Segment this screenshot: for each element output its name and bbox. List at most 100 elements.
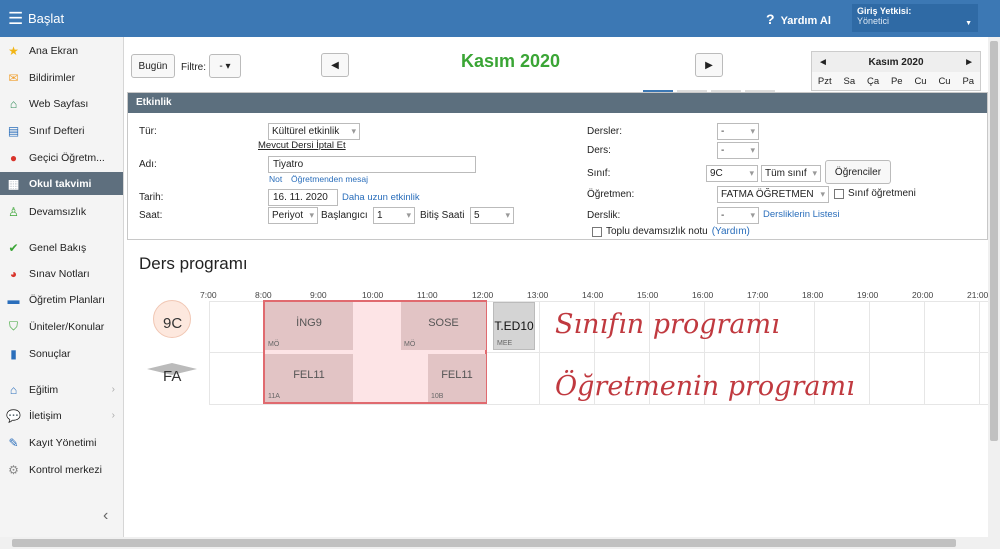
lesson-select[interactable]: - (717, 142, 759, 159)
lesson-teacher: MÖ (404, 341, 416, 348)
class-scope-select[interactable]: Tüm sınıf (761, 165, 821, 182)
lesson-block[interactable]: T.ED10 MEE (493, 302, 535, 350)
lesson-block[interactable]: FEL11 10B (428, 354, 486, 402)
grid-line (209, 404, 988, 405)
sidebar: ★ Ana Ekran ✉ Bildirimler ⌂ Web Sayfası ▤ Sı… (0, 37, 124, 537)
sidebar-item-label: Sınıf Defteri (29, 124, 85, 137)
next-icon[interactable]: ► (964, 57, 974, 68)
top-bar: ☰ Başlat ? Yardım Al Giriş Yetkisi: Yönet… (0, 0, 1000, 37)
sidebar-item-label: Üniteler/Konular (29, 320, 105, 333)
horizontal-scrollbar[interactable] (0, 537, 1000, 549)
row-label-teacher[interactable]: FA (163, 368, 181, 385)
class-select[interactable]: 9C (706, 165, 758, 182)
sidebar-item-iletisim[interactable]: 💬 İletişim › (0, 404, 123, 427)
scrollbar-thumb[interactable] (990, 41, 998, 441)
sidebar-item-devamsizlik[interactable]: ♙ Devamsızlık (0, 200, 123, 223)
class-teacher-checkbox[interactable]: Sınıf öğretmeni (834, 188, 916, 199)
longer-event-link[interactable]: Daha uzun etkinlik (342, 192, 420, 203)
sidebar-item-ogretim-planlari[interactable]: ▬ Öğretim Planları (0, 288, 123, 311)
triangle-right-icon: ▶ (705, 59, 713, 71)
scrollbar-thumb[interactable] (12, 539, 956, 547)
sidebar-item-kayit-yonetimi[interactable]: ✎ Kayıt Yönetimi (0, 431, 123, 454)
checkbox-box (834, 188, 844, 199)
hour-label: 14:00 (582, 290, 604, 300)
sidebar-item-label: Bildirimler (29, 71, 76, 84)
sidebar-item-sinif-defteri[interactable]: ▤ Sınıf Defteri (0, 119, 123, 142)
students-button[interactable]: Öğrenciler (825, 160, 891, 184)
vertical-scrollbar[interactable] (988, 37, 1000, 537)
collapse-sidebar-icon[interactable]: ‹ (103, 507, 108, 525)
cancel-lesson-link[interactable]: Mevcut Dersi İptal Et (258, 140, 346, 151)
teacher-label: Öğretmen: (587, 189, 635, 200)
hour-label: 21:00 (967, 290, 989, 300)
sidebar-item-uniteler-konular[interactable]: ⛉ Üniteler/Konular (0, 315, 123, 338)
note-link[interactable]: Not (269, 174, 282, 184)
date-label: Tarih: (139, 192, 164, 203)
today-button[interactable]: Bugün (131, 54, 175, 78)
lesson-label: Ders: (587, 145, 611, 156)
sidebar-item-kontrol-merkezi[interactable]: ⚙ Kontrol merkezi (0, 458, 123, 481)
pencil-icon: ✎ (8, 435, 19, 450)
lesson-class: 11A (268, 393, 280, 400)
room-label: Derslik: (587, 210, 621, 221)
prev-month-button[interactable]: ◀ (321, 53, 349, 77)
help-button[interactable]: ? Yardım Al (766, 11, 831, 27)
person-icon: ● (9, 150, 18, 165)
sidebar-item-genel-bakis[interactable]: ✔ Genel Bakış (0, 236, 123, 259)
sidebar-item-label: İletişim (29, 409, 62, 422)
lesson-block[interactable]: İNG9 MÖ (265, 302, 353, 350)
rooms-list-link[interactable]: Dersliklerin Listesi (763, 209, 840, 220)
name-label: Adı: (139, 159, 157, 170)
weekday: Pa (962, 76, 975, 87)
room-select[interactable]: - (717, 207, 759, 224)
name-input[interactable]: Tiyatro (268, 156, 476, 173)
time-mode-select[interactable]: Periyot (268, 207, 318, 224)
sidebar-item-sonuclar[interactable]: ▮ Sonuçlar (0, 342, 123, 365)
sidebar-item-sinav-notlari[interactable]: ◕ Sınav Notları (0, 262, 123, 285)
bulk-absence-label: Toplu devamsızlık notu (606, 226, 708, 237)
role-selector[interactable]: Giriş Yetkisi: Yönetici ▼ (852, 4, 978, 32)
next-month-button[interactable]: ▶ (695, 53, 723, 77)
end-select[interactable]: 5 (470, 207, 514, 224)
sidebar-item-okul-takvimi[interactable]: ▦ Okul takvimi (0, 172, 123, 195)
weekday: Ça (866, 76, 880, 87)
filter-dropdown[interactable]: - ▾ (209, 54, 241, 78)
sidebar-item-egitim[interactable]: ⌂ Eğitim › (0, 378, 123, 401)
lesson-block[interactable]: FEL11 11A (265, 354, 353, 402)
brand-title[interactable]: Başlat (28, 11, 64, 26)
hour-label: 9:00 (310, 290, 327, 300)
teacher-message-link[interactable]: Öğretmenden mesaj (291, 174, 368, 184)
chat-icon: 💬 (6, 408, 21, 423)
sidebar-item-label: Geçici Öğretm... (29, 151, 105, 164)
sidebar-item-bildirimler[interactable]: ✉ Bildirimler (0, 66, 123, 89)
lessons-select[interactable]: - (717, 123, 759, 140)
mini-calendar: ◄ Kasım 2020 ► Pzt Sa Ça Pe Cu Cu Pa (811, 51, 981, 91)
lessons-label: Dersler: (587, 126, 623, 137)
chevron-down-icon: ▼ (965, 20, 972, 27)
sidebar-item-label: Öğretim Planları (29, 293, 105, 306)
teacher-select[interactable]: FATMA ÖĞRETMEN (717, 186, 829, 203)
gauge-icon: ◕ (9, 266, 18, 281)
lesson-name: FEL11 (441, 369, 473, 381)
sidebar-item-label: Sınav Notları (29, 267, 90, 280)
help-link[interactable]: (Yardım) (712, 226, 750, 237)
lesson-block[interactable]: SOSE MÖ (401, 302, 486, 350)
row-label-class[interactable]: 9C (163, 315, 182, 332)
sidebar-item-ana-ekran[interactable]: ★ Ana Ekran (0, 39, 123, 62)
start-select[interactable]: 1 (373, 207, 415, 224)
hamburger-menu-icon[interactable]: ☰ (8, 10, 23, 27)
sidebar-item-gecici-ogretmen[interactable]: ● Geçici Öğretm... (0, 146, 123, 169)
chevron-right-icon: › (111, 384, 115, 395)
sidebar-item-web-sayfasi[interactable]: ⌂ Web Sayfası (0, 92, 123, 115)
weekday: Pzt (817, 76, 832, 87)
lesson-name: FEL11 (293, 369, 325, 381)
month-title: Kasım 2020 (461, 51, 561, 71)
type-select[interactable]: Kültürel etkinlik (268, 123, 360, 140)
date-input[interactable]: 16. 11. 2020 (268, 189, 338, 206)
filter-value: - (219, 60, 223, 72)
time-label: Saat: (139, 210, 163, 221)
prev-icon[interactable]: ◄ (818, 57, 828, 68)
weekday-row: Pzt Sa Ça Pe Cu Cu Pa (812, 72, 980, 87)
hour-label: 17:00 (747, 290, 769, 300)
bulk-absence-checkbox[interactable]: Toplu devamsızlık notu (Yardım) (592, 226, 750, 237)
